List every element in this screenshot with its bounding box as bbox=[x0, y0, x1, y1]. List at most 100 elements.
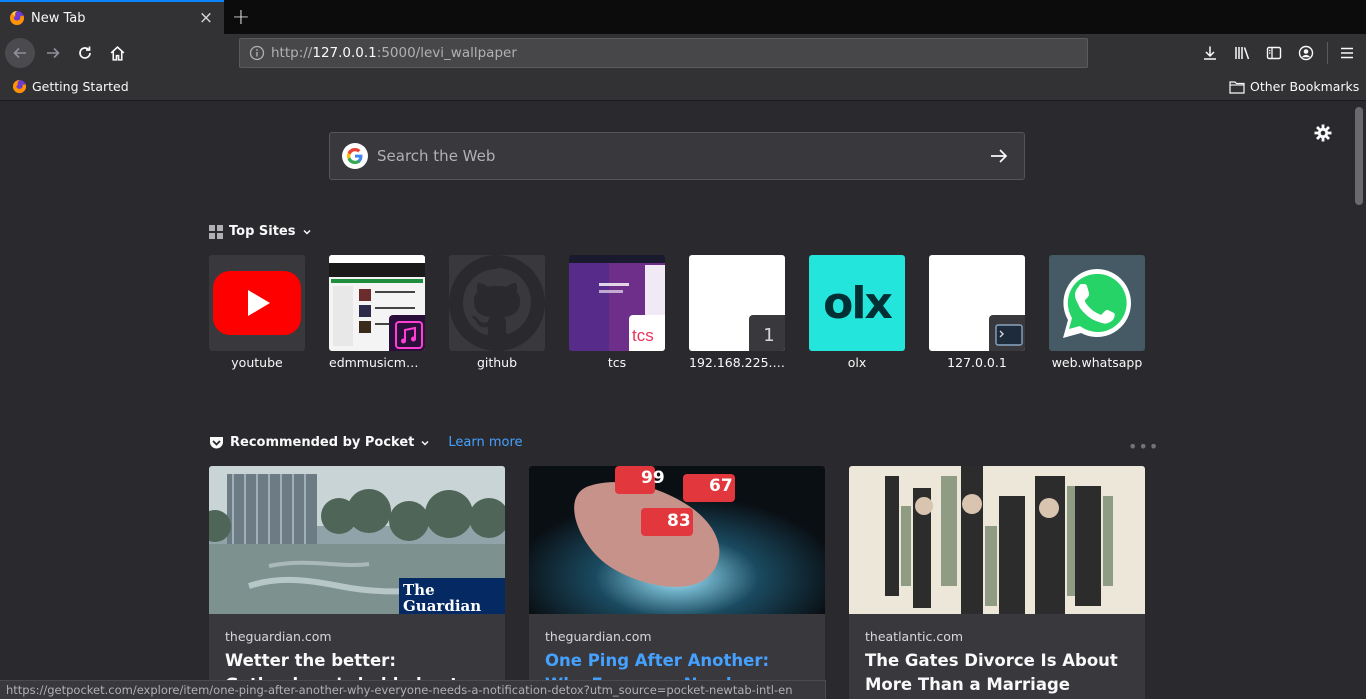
badge-count: 99 bbox=[641, 468, 665, 488]
library-icon bbox=[1234, 47, 1249, 60]
firefox-icon bbox=[12, 79, 27, 94]
home-icon bbox=[110, 45, 124, 61]
site-label: youtube bbox=[231, 355, 283, 370]
folder-icon bbox=[1229, 80, 1245, 94]
card-source: theguardian.com bbox=[545, 629, 652, 644]
top-site-192-168-225[interactable]: 1 192.168.225.2… bbox=[689, 255, 785, 370]
top-site-edmmusicmania[interactable]: edmmusicmania bbox=[329, 255, 425, 370]
site-label: edmmusicmania bbox=[329, 355, 425, 370]
site-favicon-badge: 1 bbox=[749, 315, 785, 351]
pocket-header[interactable]: Recommended by Pocket Learn more bbox=[209, 435, 523, 450]
url-scheme: http:// bbox=[271, 45, 313, 61]
card-image: 99 67 83 bbox=[529, 466, 825, 614]
top-site-olx[interactable]: olx olx bbox=[809, 255, 905, 370]
article-photo bbox=[849, 466, 1145, 614]
site-tile: olx bbox=[809, 255, 905, 351]
learn-more-link[interactable]: Learn more bbox=[448, 435, 522, 450]
account-button[interactable] bbox=[1291, 38, 1321, 68]
toolbar-separator bbox=[1327, 42, 1328, 64]
site-label: web.whatsapp bbox=[1051, 355, 1143, 370]
pocket-icon bbox=[210, 436, 223, 448]
top-sites-header[interactable]: Top Sites bbox=[209, 224, 318, 239]
pocket-card[interactable]: 99 67 83 theguardian.com One Ping After … bbox=[529, 466, 825, 699]
back-button[interactable] bbox=[5, 38, 35, 68]
whatsapp-icon bbox=[1063, 269, 1131, 338]
guardian-logo: The Guardian bbox=[403, 581, 482, 614]
browser-window: New Tab × + http://127.0.0.1:5000/levi_w… bbox=[0, 0, 1366, 699]
url-host: 127.0.0.1 bbox=[312, 45, 377, 61]
top-site-github[interactable]: github bbox=[449, 255, 545, 370]
svg-text:tcs: tcs bbox=[632, 326, 654, 345]
page-scrollbar[interactable] bbox=[1352, 101, 1366, 699]
menu-button[interactable] bbox=[1332, 38, 1362, 68]
pocket-title: Recommended by Pocket bbox=[230, 435, 415, 450]
address-bar[interactable]: http://127.0.0.1:5000/levi_wallpaper bbox=[239, 38, 1088, 68]
menu-icon bbox=[1341, 47, 1353, 59]
tab-title: New Tab bbox=[31, 10, 86, 26]
firefox-icon bbox=[10, 11, 24, 25]
site-tile bbox=[1049, 255, 1145, 351]
downloads-button[interactable] bbox=[1195, 38, 1225, 68]
article-photo bbox=[529, 466, 825, 614]
sidebar-icon bbox=[1266, 46, 1282, 60]
bookmark-getting-started[interactable]: Getting Started bbox=[12, 79, 129, 94]
other-bookmarks[interactable]: Other Bookmarks bbox=[1229, 79, 1359, 94]
more-options-icon[interactable]: ••• bbox=[1128, 437, 1159, 456]
top-site-youtube[interactable]: youtube bbox=[209, 255, 305, 370]
site-tile bbox=[209, 255, 305, 351]
bookmark-label: Other Bookmarks bbox=[1250, 79, 1360, 94]
close-tab-icon[interactable]: × bbox=[194, 6, 218, 30]
tcs-logo-icon: tcs bbox=[632, 326, 654, 345]
tab-new-tab[interactable]: New Tab × bbox=[0, 0, 224, 34]
badge-number: 1 bbox=[763, 324, 775, 346]
scrollbar-thumb[interactable] bbox=[1355, 107, 1363, 205]
library-button[interactable] bbox=[1227, 38, 1257, 68]
bookmark-label: Getting Started bbox=[32, 79, 129, 94]
youtube-logo-icon bbox=[213, 271, 301, 335]
search-placeholder: Search the Web bbox=[377, 147, 496, 165]
site-label: 192.168.225.2… bbox=[689, 355, 785, 370]
badge-count: 67 bbox=[709, 476, 733, 496]
top-sites-title: Top Sites bbox=[229, 224, 296, 239]
card-source: theguardian.com bbox=[225, 629, 332, 644]
top-site-127-0-0-1[interactable]: 127.0.0.1 bbox=[929, 255, 1025, 370]
tab-strip: New Tab × + bbox=[0, 0, 1366, 34]
url-path: :5000/levi_wallpaper bbox=[376, 45, 517, 61]
search-box[interactable]: Search the Web bbox=[329, 132, 1025, 180]
site-tile bbox=[929, 255, 1025, 351]
reload-button[interactable] bbox=[70, 38, 100, 68]
account-icon bbox=[1298, 45, 1314, 61]
site-favicon-badge bbox=[989, 315, 1025, 351]
forward-button[interactable] bbox=[38, 38, 68, 68]
site-tile bbox=[449, 255, 545, 351]
info-icon bbox=[249, 45, 265, 61]
status-bar-link-preview: https://getpocket.com/explore/item/one-p… bbox=[0, 680, 826, 699]
gear-icon[interactable] bbox=[1313, 123, 1333, 143]
top-site-web-whatsapp[interactable]: web.whatsapp bbox=[1049, 255, 1145, 370]
url-text: http://127.0.0.1:5000/levi_wallpaper bbox=[271, 45, 517, 61]
bookmarks-toolbar: Getting Started Other Bookmarks bbox=[0, 72, 1366, 101]
notification-badge: 99 bbox=[641, 468, 665, 488]
pocket-card[interactable]: The Guardian theguardian.com Wetter the … bbox=[209, 466, 505, 699]
site-tile: 1 bbox=[689, 255, 785, 351]
download-icon bbox=[1204, 46, 1216, 60]
home-button[interactable] bbox=[102, 38, 132, 68]
site-tile bbox=[329, 255, 425, 351]
back-icon bbox=[13, 47, 26, 59]
card-image: The Guardian bbox=[209, 466, 505, 614]
site-favicon-badge bbox=[389, 315, 425, 351]
sidebar-button[interactable] bbox=[1259, 38, 1289, 68]
navigation-toolbar: http://127.0.0.1:5000/levi_wallpaper bbox=[0, 34, 1366, 72]
chevron-down-icon bbox=[302, 229, 311, 235]
site-label: olx bbox=[847, 355, 867, 370]
site-favicon-badge: tcs bbox=[629, 315, 665, 351]
site-label: github bbox=[476, 355, 518, 370]
site-label: 127.0.0.1 bbox=[947, 355, 1007, 370]
pocket-card[interactable]: theatlantic.com The Gates Divorce Is Abo… bbox=[849, 466, 1145, 699]
github-icon bbox=[449, 255, 545, 351]
badge-count: 83 bbox=[667, 511, 691, 531]
arrow-right-icon[interactable] bbox=[988, 145, 1010, 167]
top-site-tcs[interactable]: tcs tcs bbox=[569, 255, 665, 370]
terminal-icon bbox=[995, 324, 1023, 346]
new-tab-button[interactable]: + bbox=[228, 4, 254, 30]
